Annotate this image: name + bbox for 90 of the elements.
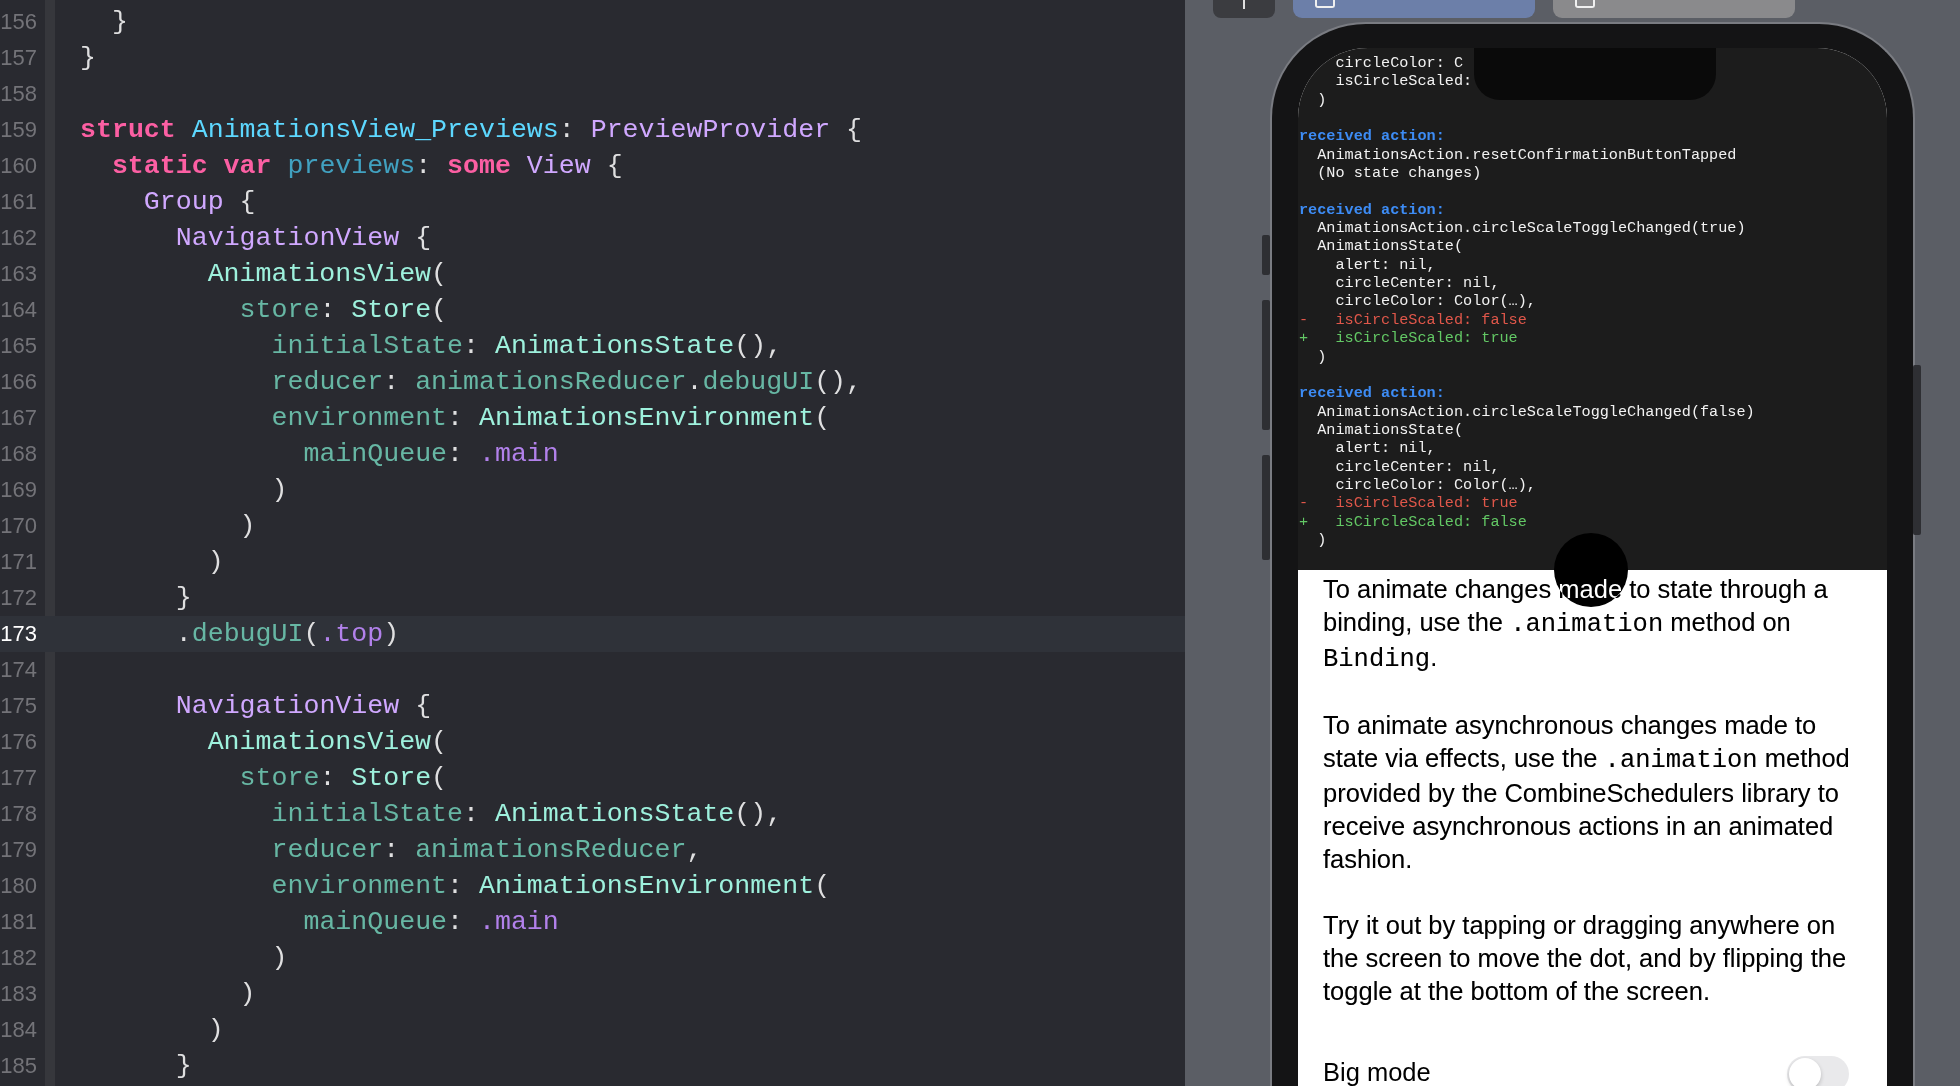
code-line: Group { <box>143 187 256 217</box>
code-line: initialState: AnimationsState(), <box>271 331 783 361</box>
preview-tab[interactable] <box>1553 0 1795 18</box>
line-number: 163 <box>0 261 37 287</box>
code-line: } <box>80 43 96 73</box>
log-line: + isCircleScaled: false <box>1299 512 1527 531</box>
log-line: (No state changes) <box>1317 164 1482 183</box>
toggle-switch[interactable] <box>1787 1056 1849 1086</box>
log-line: circleColor: C <box>1335 54 1464 73</box>
code-line: environment: AnimationsEnvironment( <box>271 403 831 433</box>
code-line: NavigationView { <box>175 691 432 721</box>
code-line: ) <box>239 979 256 1009</box>
code-line: ) <box>207 547 224 577</box>
log-line: - isCircleScaled: false <box>1299 310 1527 330</box>
paragraph: Try it out by tapping or dragging anywhere on the screen to move the dot, and by flipping the toggle at the bottom of the screen. <box>1323 910 1848 1007</box>
line-number: 179 <box>0 837 37 863</box>
code-line: initialState: AnimationsState(), <box>271 799 783 829</box>
code-line: } <box>175 583 192 613</box>
log-line: AnimationsAction.circleScaleToggleChanged(true) <box>1317 219 1746 238</box>
code-line: reducer: animationsReducer.debugUI(), <box>271 367 863 397</box>
log-line: alert: nil, <box>1335 439 1436 458</box>
log-line: AnimationsState( <box>1317 420 1464 440</box>
log-line: isCircleScaled: <box>1335 72 1473 91</box>
code-line: NavigationView { <box>175 223 432 253</box>
line-number: 159 <box>0 117 37 143</box>
log-line: + isCircleScaled: true <box>1299 329 1518 348</box>
log-line: AnimationsAction.resetConfirmationButtonTapped <box>1317 145 1737 165</box>
log-line: received action: <box>1299 127 1445 146</box>
line-number: 174 <box>0 657 37 683</box>
line-number: 182 <box>0 945 37 971</box>
log-line: circleColor: Color(…), <box>1335 292 1536 311</box>
code-line: mainQueue: .main <box>303 907 559 937</box>
line-number: 166 <box>0 369 37 395</box>
paragraph: To animate asynchronous changes made to state via effects, use the .animation method provided by the CombineSchedulers library to receive asynchronous actions in an animated fashion. <box>1323 710 1851 875</box>
line-number: 170 <box>0 513 37 539</box>
log-line: - isCircleScaled: true <box>1299 494 1518 513</box>
code-line: store: Store( <box>239 295 448 325</box>
line-number: 181 <box>0 909 37 935</box>
code-line: static var previews: some View { <box>111 151 623 181</box>
line-number: 167 <box>0 405 37 431</box>
line-number: 157 <box>0 45 37 71</box>
log-line: received action: <box>1299 200 1445 220</box>
line-number: 178 <box>0 801 37 827</box>
code-line: ) <box>207 1015 224 1045</box>
line-number: 165 <box>0 333 37 359</box>
line-number: 176 <box>0 729 37 755</box>
line-number: 161 <box>0 189 37 215</box>
log-line: circleCenter: nil, <box>1335 274 1500 293</box>
log-line: ) <box>1317 530 1327 550</box>
line-number: 184 <box>0 1017 37 1043</box>
code-line: mainQueue: .main <box>303 439 559 469</box>
line-number: 185 <box>0 1053 37 1079</box>
pin-button[interactable] <box>1213 0 1275 18</box>
preview-tab[interactable] <box>1293 0 1535 18</box>
line-number: 164 <box>0 297 37 323</box>
log-line: ) <box>1317 90 1327 110</box>
line-number: 169 <box>0 477 37 503</box>
code-line: .debugUI(.top) <box>175 619 400 649</box>
code-line: ) <box>271 475 288 505</box>
line-number: 158 <box>0 81 37 107</box>
code-line: ) <box>271 943 288 973</box>
code-line: } <box>111 7 128 37</box>
line-number: 160 <box>0 153 37 179</box>
line-number: 177 <box>0 765 37 791</box>
log-line: circleCenter: nil, <box>1335 457 1500 476</box>
line-number: 156 <box>0 9 37 35</box>
code-line: struct AnimationsView_Previews: PreviewProvider { <box>80 115 862 145</box>
line-number: 183 <box>0 981 37 1007</box>
log-line: ) <box>1317 347 1327 366</box>
code-line: reducer: animationsReducer, <box>271 835 703 865</box>
code-line: AnimationsView( <box>207 727 448 757</box>
log-line: circleColor: Color(…), <box>1335 475 1536 495</box>
line-number: 162 <box>0 225 37 251</box>
code-line: environment: AnimationsEnvironment( <box>271 871 831 901</box>
code-line: ) <box>239 511 256 541</box>
log-line: AnimationsState( <box>1317 237 1464 256</box>
line-number: 175 <box>0 693 37 719</box>
line-number: 173 <box>0 621 37 647</box>
code-line: } <box>175 1051 192 1081</box>
line-number: 171 <box>0 549 37 575</box>
line-number: 180 <box>0 873 37 899</box>
line-number: 172 <box>0 585 37 611</box>
log-line: alert: nil, <box>1335 255 1436 275</box>
log-line: received action: <box>1299 384 1445 403</box>
paragraph: To animate changes made to state through a binding, use the .animation method on Binding. <box>1323 574 1829 676</box>
code-line: store: Store( <box>239 763 448 793</box>
line-number: 168 <box>0 441 37 467</box>
code-line: AnimationsView( <box>207 259 448 289</box>
toggle-label: Big mode <box>1323 1057 1431 1086</box>
log-line: AnimationsAction.circleScaleToggleChanged(false) <box>1317 402 1755 421</box>
